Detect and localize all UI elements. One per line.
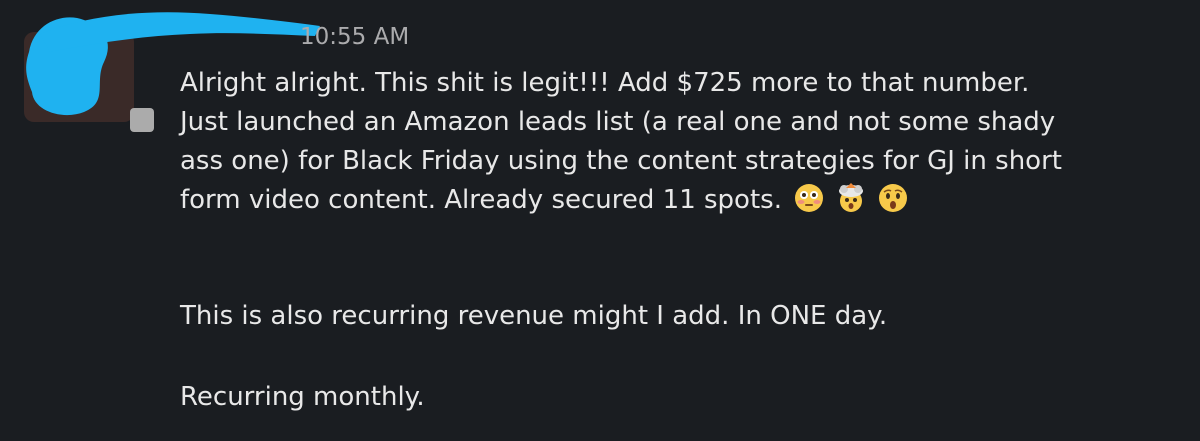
flushed-face-emoji-icon bbox=[794, 183, 824, 213]
paragraph-3: Recurring monthly. bbox=[180, 382, 425, 412]
paragraph-2: This is also recurring revenue might I a… bbox=[180, 301, 888, 331]
text-line-with-emojis: form video content. Already secured 11 s… bbox=[180, 181, 1180, 220]
selection-checkbox[interactable] bbox=[130, 108, 154, 132]
exploding-head-emoji-icon bbox=[836, 183, 866, 213]
text-line: Just launched an Amazon leads list (a re… bbox=[180, 107, 1056, 137]
astonished-face-emoji-icon bbox=[878, 183, 908, 213]
text-line: ass one) for Black Friday using the cont… bbox=[180, 146, 1062, 176]
timestamp[interactable]: 10:55 AM bbox=[300, 22, 409, 52]
paragraph-1: Alright alright. This shit is legit!!! A… bbox=[180, 64, 1180, 220]
text-line: Alright alright. This shit is legit!!! A… bbox=[180, 68, 1030, 98]
name-redaction-scribble bbox=[40, 12, 320, 52]
text-line: form video content. Already secured 11 s… bbox=[180, 185, 782, 215]
chat-message: 10:55 AM Alright alright. This shit is l… bbox=[0, 0, 1200, 441]
message-body: Alright alright. This shit is legit!!! A… bbox=[180, 64, 1180, 220]
